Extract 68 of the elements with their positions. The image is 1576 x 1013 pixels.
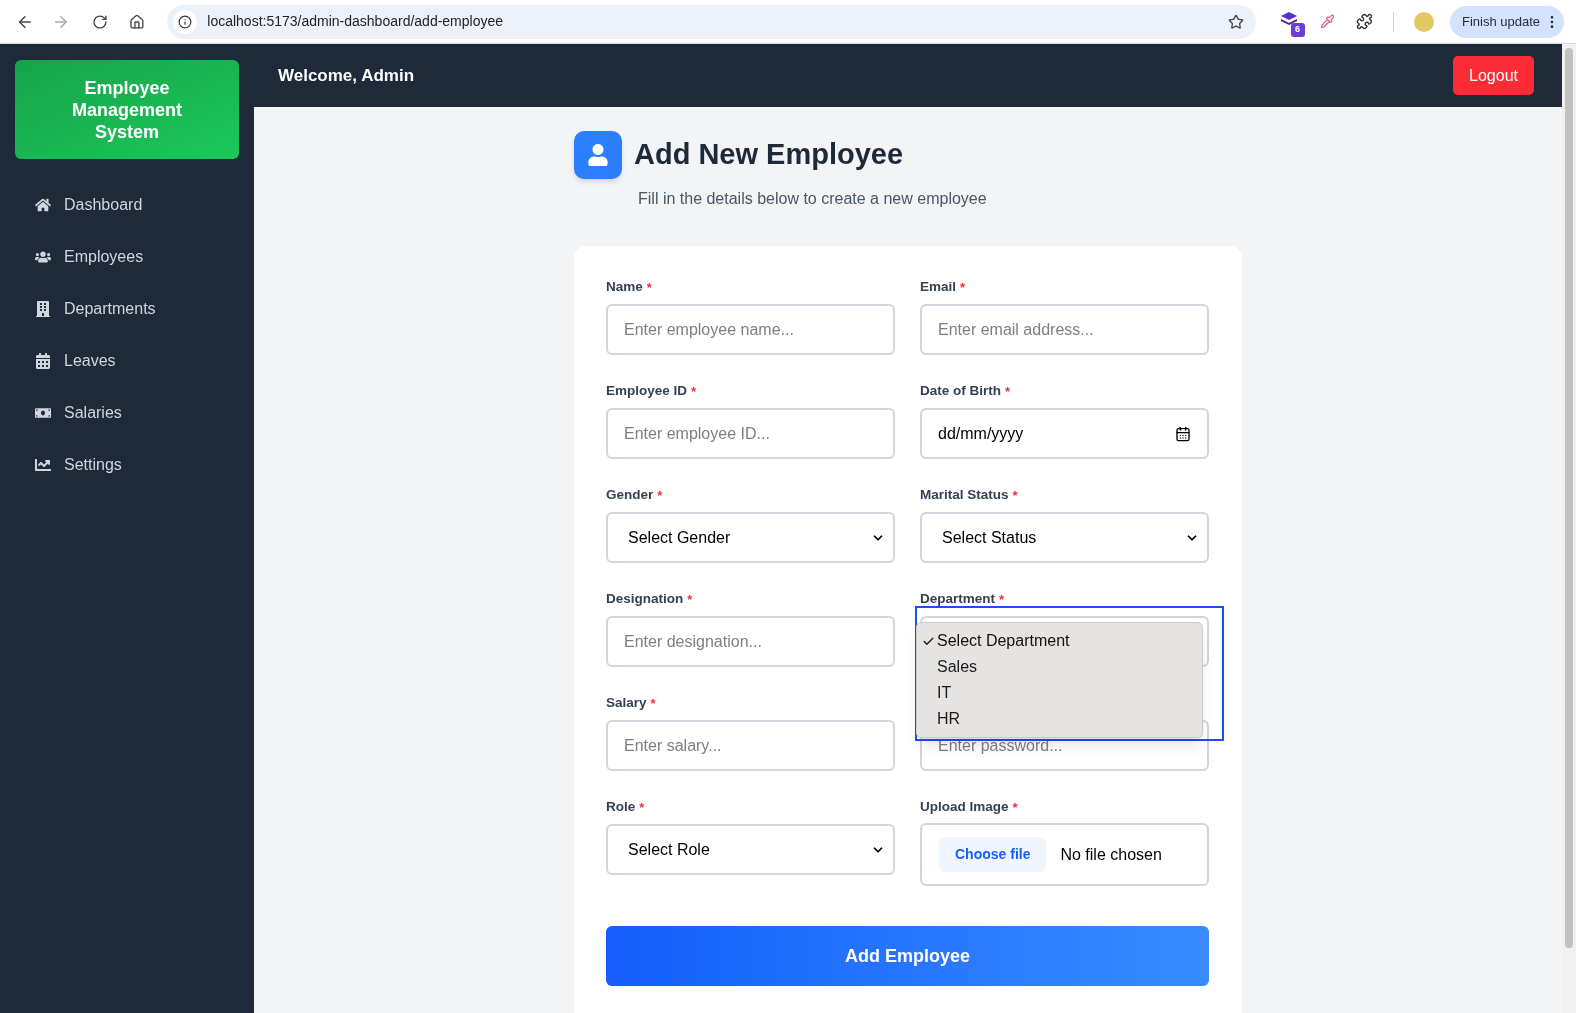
input-field[interactable]: Enter designation... xyxy=(606,616,895,667)
field-label: Date of Birth xyxy=(920,382,1001,401)
field-label: Employee ID xyxy=(606,382,688,401)
info-icon[interactable] xyxy=(178,14,193,29)
pipette-icon[interactable] xyxy=(1319,14,1335,29)
field-label: Marital Status xyxy=(920,486,1009,505)
banknote-icon xyxy=(35,405,51,421)
sidebar-item[interactable]: Salaries xyxy=(15,387,239,439)
required-mark: * xyxy=(691,382,697,401)
finish-update-button[interactable]: Finish update xyxy=(1449,5,1564,38)
date-field[interactable]: dd/mm/yyyy xyxy=(920,408,1209,459)
input-field[interactable]: Enter employee name... xyxy=(606,304,895,355)
choose-file-button[interactable]: Choose file xyxy=(939,837,1047,872)
field-label: Upload Image xyxy=(920,798,1009,817)
required-mark: * xyxy=(960,278,966,297)
extension-badge: 6 xyxy=(1290,22,1305,37)
calendar-icon xyxy=(35,353,51,369)
sidebar-item[interactable]: Dashboard xyxy=(15,179,239,231)
field-label: Designation xyxy=(606,590,684,609)
required-mark: * xyxy=(639,798,645,817)
home-icon[interactable] xyxy=(129,13,146,30)
logout-button[interactable]: Logout xyxy=(1453,56,1534,95)
sidebar-item[interactable]: Leaves xyxy=(15,335,239,387)
calendar-icon[interactable] xyxy=(1175,425,1191,442)
required-mark: * xyxy=(650,694,656,713)
home-icon xyxy=(35,197,51,213)
puzzle-icon[interactable] xyxy=(1356,13,1374,30)
dropdown-option[interactable]: IT xyxy=(937,681,952,705)
required-mark: * xyxy=(999,590,1005,609)
users-icon xyxy=(35,249,51,265)
page-title: Add New Employee xyxy=(634,137,904,173)
sidebar-item[interactable]: Settings xyxy=(15,439,239,491)
dropdown-option[interactable]: Sales xyxy=(937,655,978,679)
line-chart-icon xyxy=(35,457,51,473)
dropdown-option[interactable]: Select Department xyxy=(937,629,1070,653)
address-bar[interactable]: localhost:5173/admin-dashboard/add-employee xyxy=(167,4,1256,39)
url-text: localhost:5173/admin-dashboard/add-employee xyxy=(207,12,505,31)
welcome-text: Welcome, Admin xyxy=(278,64,415,87)
field-label: Department xyxy=(920,590,995,609)
building-icon xyxy=(35,301,51,317)
field-label: Role xyxy=(606,798,636,817)
input-field[interactable]: Enter salary... xyxy=(606,720,895,771)
input-field[interactable]: Enter employee ID... xyxy=(606,408,895,459)
bookmark-star-icon[interactable] xyxy=(1227,13,1244,30)
select-field[interactable]: Select Status xyxy=(920,512,1209,563)
brand-title: Employee Management System xyxy=(71,76,183,143)
input-field[interactable]: Enter email address... xyxy=(920,304,1209,355)
user-badge-icon xyxy=(574,131,622,179)
field-label: Name xyxy=(606,278,643,297)
required-mark: * xyxy=(1012,486,1018,505)
field-label: Salary xyxy=(606,694,647,713)
file-status: No file chosen xyxy=(1060,844,1162,865)
sidebar-item[interactable]: Departments xyxy=(15,283,239,335)
file-field[interactable]: Choose file No file chosen xyxy=(920,823,1209,886)
required-mark: * xyxy=(1005,382,1011,401)
required-mark: * xyxy=(1012,798,1018,817)
add-employee-button[interactable]: Add Employee xyxy=(606,926,1209,986)
sidebar-item[interactable]: Employees xyxy=(15,231,239,283)
date-value: dd/mm/yyyy xyxy=(938,423,1024,444)
field-label: Gender xyxy=(606,486,654,505)
select-field[interactable]: Select Role xyxy=(606,824,895,875)
page-subtitle: Fill in the details below to create a new employee xyxy=(638,189,988,209)
field-label: Email xyxy=(920,278,957,297)
required-mark: * xyxy=(646,278,652,297)
required-mark: * xyxy=(687,590,693,609)
required-mark: * xyxy=(657,486,663,505)
select-field[interactable]: Select Gender xyxy=(606,512,895,563)
reload-icon[interactable] xyxy=(91,13,108,30)
